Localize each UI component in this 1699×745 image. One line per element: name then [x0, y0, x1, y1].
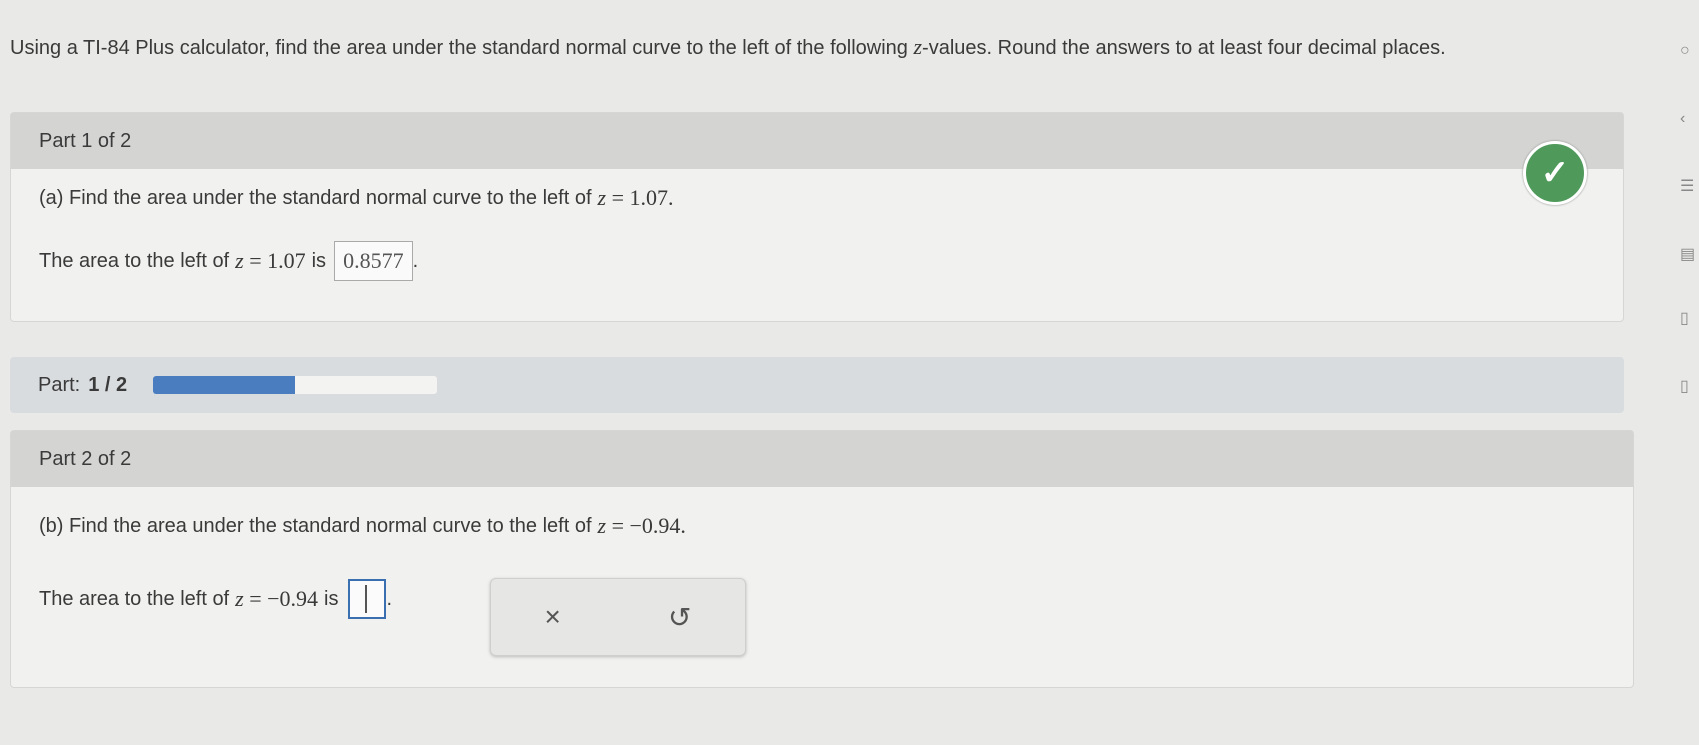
book-icon[interactable]: ▯ [1680, 308, 1696, 328]
instructions-suffix: -values. Round the answers to at least f… [922, 37, 1446, 59]
part1-question: (a) Find the area under the standard nor… [39, 185, 674, 210]
progress-count: 1 / 2 [88, 373, 128, 396]
answer-tools: × ↺ [490, 578, 746, 656]
circle-icon[interactable]: ○ [1680, 42, 1696, 60]
calculator-icon[interactable]: ▤ [1680, 244, 1696, 264]
text-cursor-icon [365, 585, 368, 613]
undo-button[interactable]: ↺ [668, 601, 691, 634]
part2-answer-line: The area to the left of z = −0.94 is . [39, 579, 392, 619]
z-variable: z [913, 34, 923, 59]
part2-question: (b) Find the area under the standard nor… [39, 513, 686, 538]
clear-button[interactable]: × [545, 601, 561, 633]
part2-answer-input[interactable] [348, 579, 387, 619]
instructions-prefix: Using a TI-84 Plus calculator, find the … [10, 37, 914, 59]
progress-track [153, 376, 438, 394]
list-icon[interactable]: ☰ [1680, 176, 1696, 196]
part1-answer-line: The area to the left of z = 1.07 is 0.85… [39, 241, 418, 281]
page: Using a TI-84 Plus calculator, find the … [0, 0, 1699, 745]
instructions: Using a TI-84 Plus calculator, find the … [10, 30, 1590, 65]
check-icon[interactable]: ✓ [1523, 141, 1587, 205]
right-toolbar: ○ ‹ ☰ ▤ ▯ ▯ [1680, 0, 1699, 745]
chevron-left-icon[interactable]: ‹ [1680, 110, 1696, 128]
part2-header: Part 2 of 2 [11, 431, 1633, 487]
part1-header: Part 1 of 2 [11, 113, 1623, 169]
part-progress: Part: 1 / 2 [10, 357, 1624, 413]
progress-label: Part: [38, 373, 81, 396]
part1-card: Part 1 of 2 ✓ (a) Find the area under th… [10, 112, 1624, 322]
progress-fill [153, 376, 296, 394]
panel-icon[interactable]: ▯ [1680, 376, 1696, 396]
part1-answer-value: 0.8577 [334, 241, 413, 281]
part2-card: Part 2 of 2 (b) Find the area under the … [10, 430, 1634, 688]
